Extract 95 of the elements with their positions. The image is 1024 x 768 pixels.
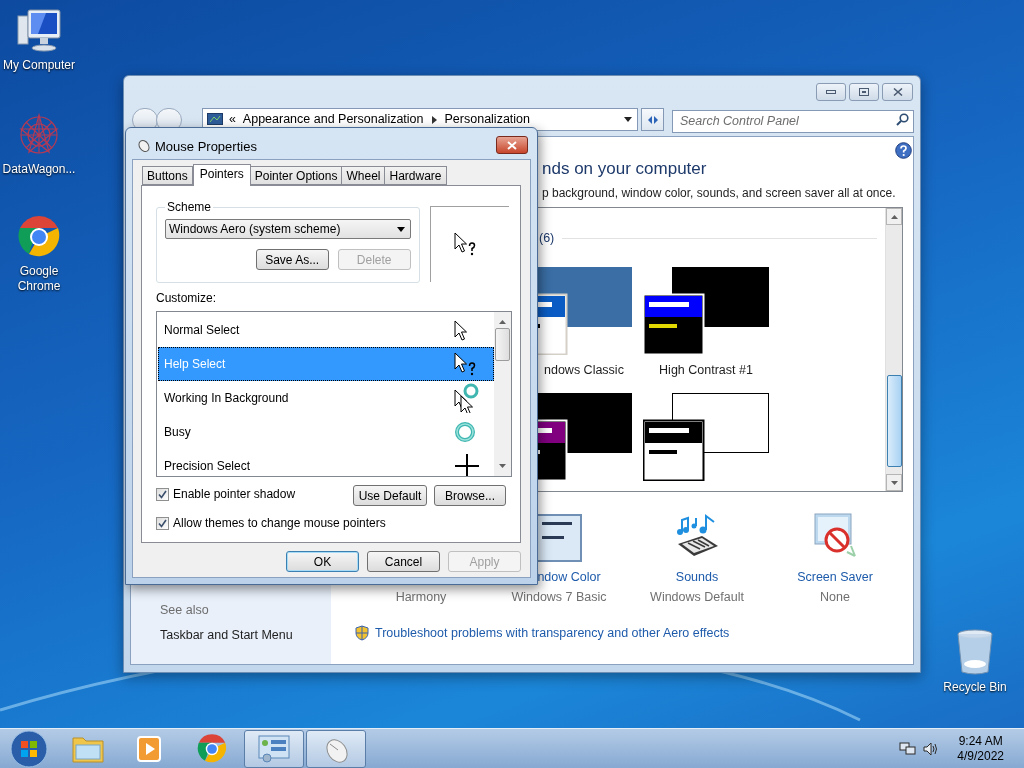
breadcrumb-chevron[interactable]: « — [228, 110, 236, 129]
dialog-title: Mouse Properties — [155, 138, 257, 156]
trash-bin-icon — [955, 628, 995, 676]
scrollbar[interactable] — [885, 208, 902, 491]
pointer-row[interactable]: Working In Background — [158, 381, 494, 415]
setting-value: Harmony — [395, 589, 447, 606]
windows-orb-icon — [10, 729, 48, 768]
close-button[interactable] — [882, 83, 913, 101]
setting-link[interactable]: Screen Saver — [797, 568, 873, 584]
setting-value: Windows Default — [650, 589, 744, 606]
taskbar-button[interactable] — [306, 729, 366, 768]
setting-link[interactable]: Sounds — [675, 568, 719, 584]
pointer-button[interactable]: Use Default — [353, 485, 427, 506]
arrow-with-ring-icon — [454, 383, 480, 413]
scroll-up-icon[interactable] — [499, 320, 506, 324]
group-count: (6) — [539, 230, 555, 247]
pointer-row[interactable]: Normal Select — [158, 313, 494, 347]
breadcrumb-arrow-icon[interactable] — [431, 115, 437, 124]
dialog-button[interactable]: OK — [286, 551, 359, 572]
scroll-down-icon — [890, 480, 898, 485]
dropdown-value: Windows Aero (system scheme) — [169, 221, 341, 238]
scroll-down-icon[interactable] — [499, 464, 506, 468]
shield-icon — [355, 625, 369, 642]
page-heading: nds on your computer — [542, 159, 707, 179]
customize-label: Customize: — [156, 291, 218, 306]
breadcrumb-link[interactable]: Appearance and Personalization — [242, 110, 424, 129]
scroll-thumb[interactable] — [886, 375, 902, 467]
checkbox[interactable] — [156, 516, 169, 530]
ring-icon — [454, 421, 476, 443]
help-pointer-icon — [453, 232, 478, 257]
theme-name[interactable]: High Contrast #1 — [659, 360, 753, 377]
tab[interactable]: Hardware — [384, 166, 447, 185]
clock[interactable]: 9:24 AM 4/9/2022 — [957, 733, 1004, 764]
checkmark-icon — [158, 489, 167, 499]
desktop-shortcut[interactable]: Google Chrome — [0, 214, 78, 294]
taskbar-button[interactable] — [244, 729, 304, 768]
scroll-thumb[interactable] — [495, 328, 510, 361]
minimize-icon — [826, 90, 836, 94]
mouse-icon — [135, 137, 151, 153]
search-icon — [896, 113, 909, 126]
setting-value: Windows 7 Basic — [511, 589, 607, 606]
tab[interactable]: Wheel — [341, 166, 386, 185]
scheme-dropdown[interactable]: Windows Aero (system scheme) — [165, 219, 411, 239]
window-color-icon — [536, 514, 582, 562]
tab[interactable]: Pointer Options — [249, 166, 343, 185]
dialog-button[interactable]: Cancel — [367, 551, 440, 572]
control-panel-icon — [257, 733, 291, 764]
caret-icon — [396, 226, 405, 232]
pointer-button[interactable]: Browse... — [434, 485, 506, 506]
close-icon — [892, 88, 903, 96]
setting-link[interactable]: ndow Color — [537, 568, 601, 584]
setting-value: None — [820, 589, 850, 606]
see-also-heading: See also — [160, 601, 210, 619]
refresh-button[interactable] — [641, 108, 664, 131]
theme-preview[interactable] — [643, 392, 769, 481]
close-button[interactable] — [496, 136, 528, 154]
troubleshoot-link[interactable]: Troubleshoot problems with transparency and other Aero effects — [375, 623, 730, 643]
close-icon — [507, 140, 517, 150]
scrollbar[interactable] — [494, 312, 511, 476]
breadcrumb-link[interactable]: Personalization — [444, 110, 530, 129]
scroll-up-button[interactable] — [886, 208, 902, 225]
page-description: p background, window color, sounds, and screen saver all at once. — [542, 185, 896, 201]
help-pointer-icon — [454, 351, 478, 377]
pointer-row[interactable]: Precision Select — [158, 449, 494, 476]
tab[interactable]: Pointers — [192, 164, 251, 186]
desktop-shortcut[interactable]: DataWagon... — [0, 112, 78, 177]
speaker-icon[interactable] — [923, 740, 940, 757]
scheme-button[interactable]: Save As... — [255, 249, 329, 270]
scroll-down-button[interactable] — [886, 474, 902, 491]
theme-name[interactable]: ndows Classic — [544, 360, 624, 377]
chrome-icon — [196, 732, 228, 765]
checkbox-label: Allow themes to change mouse pointers — [173, 515, 386, 532]
checkbox[interactable] — [156, 487, 169, 501]
control-panel-icon — [206, 112, 223, 127]
theme-preview[interactable] — [643, 266, 769, 355]
desktop-shortcut[interactable]: Recycle Bin — [936, 628, 1014, 695]
start-button[interactable] — [9, 728, 49, 768]
tab[interactable]: Buttons — [142, 166, 193, 185]
maximize-icon — [859, 88, 869, 96]
arrow-pointer-icon — [454, 319, 468, 341]
help-icon[interactable] — [895, 142, 912, 159]
computer-icon — [16, 8, 62, 54]
search-field[interactable]: Search Control Panel — [672, 109, 914, 133]
minimize-button[interactable] — [816, 83, 846, 101]
pointer-row[interactable]: Busy — [158, 415, 494, 449]
checkbox-label: Enable pointer shadow — [173, 486, 296, 503]
network-icon[interactable] — [899, 740, 918, 757]
checkmark-icon — [158, 518, 167, 528]
scroll-up-icon — [890, 214, 898, 219]
maximize-button[interactable] — [849, 83, 879, 101]
crosshair-icon — [454, 454, 480, 476]
caret-icon[interactable] — [624, 117, 633, 122]
nav-link[interactable]: Taskbar and Start Menu — [160, 626, 331, 645]
group-label: Scheme — [166, 199, 213, 216]
desktop-shortcut[interactable]: My Computer — [0, 8, 78, 73]
